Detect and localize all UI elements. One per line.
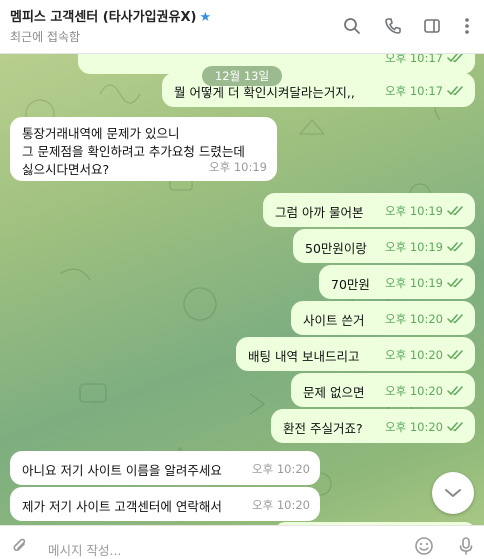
attach-icon[interactable] <box>8 534 32 558</box>
message-text: 그럼 아까 물어본 <box>275 205 364 220</box>
message-bubble[interactable]: 아니요 저기 사이트 이름을 알려주세요 오후 10:20 <box>10 451 320 485</box>
message-text: 문제 없으면 <box>303 385 365 400</box>
message-meta: 오후 10:17 <box>385 83 465 99</box>
message-bubble[interactable]: 환전 주실거죠? 오후 10:20 <box>271 409 475 443</box>
chat-title-text: 멤피스 고객센터 (타사가입권유X) <box>10 10 197 25</box>
message-bubble[interactable]: 문제 없으면 오후 10:20 <box>291 373 475 407</box>
message-meta: 오후 10:19 <box>385 239 465 255</box>
message-text: 50만원이랑 <box>305 241 367 256</box>
microphone-icon[interactable] <box>454 534 478 558</box>
message-bubble[interactable]: 50만원이랑 오후 10:19 <box>293 229 475 263</box>
message-time: 오후 10:20 <box>385 420 443 434</box>
search-icon[interactable] <box>340 14 364 38</box>
more-vertical-icon[interactable] <box>455 14 479 38</box>
phone-icon[interactable] <box>381 14 405 38</box>
message-meta: 오후 10:20 <box>385 311 465 327</box>
message-time: 오후 10:19 <box>209 160 267 174</box>
message-meta: 오후 10:20 <box>385 419 465 435</box>
message-time: 오후 10:19 <box>385 204 443 218</box>
message-meta: 오후 10:20 <box>385 383 465 399</box>
message-text: 배팅 내역 보내드리고 <box>248 349 360 364</box>
double-check-icon <box>447 278 463 288</box>
message-text-line: 그 문제점을 확인하려고 추가요청 드렸는데 <box>22 144 245 159</box>
message-text: 환전 주실거죠? <box>283 421 363 436</box>
message-bubble[interactable]: 70만원 오후 10:19 <box>319 265 475 299</box>
message-time: 오후 10:20 <box>252 498 310 512</box>
double-check-icon <box>447 350 463 360</box>
message-time: 오후 10:19 <box>385 276 443 290</box>
sidebar-toggle-icon[interactable] <box>420 14 444 38</box>
double-check-icon <box>447 53 463 63</box>
message-text-line: 싫으시다면서요? <box>22 162 110 177</box>
message-meta: 오후 10:20 <box>252 497 310 513</box>
double-check-icon <box>447 86 463 96</box>
message-time: 오후 10:20 <box>385 348 443 362</box>
chat-status: 최근에 접속함 <box>10 30 81 44</box>
verified-star-icon: ★ <box>199 10 212 25</box>
message-meta: 오후 10:19 <box>385 203 465 219</box>
message-meta: 오후 10:19 <box>385 275 465 291</box>
message-time: 오후 10:20 <box>252 462 310 476</box>
scroll-down-button[interactable] <box>432 472 474 514</box>
message-meta: 오후 10:19 <box>209 159 267 175</box>
double-check-icon <box>447 422 463 432</box>
message-input[interactable]: 메시지 작성... <box>48 540 121 559</box>
message-time: 오후 10:20 <box>385 312 443 326</box>
date-separator: 12월 13일 <box>202 66 282 86</box>
message-meta: 오후 10:20 <box>385 347 465 363</box>
message-bubble[interactable]: 통장거래내역에 문제가 있으니 그 문제점을 확인하려고 추가요청 드렸는데 싫… <box>10 117 277 181</box>
message-bubble[interactable]: 사이트 쓴거 오후 10:20 <box>291 301 475 335</box>
message-meta: 오후 10:20 <box>252 461 310 477</box>
message-time: 오후 10:17 <box>385 84 443 98</box>
double-check-icon <box>447 314 463 324</box>
message-text-line: 통장거래내역에 문제가 있으니 <box>22 126 180 141</box>
double-check-icon <box>447 386 463 396</box>
message-composer: 메시지 작성... <box>0 525 484 559</box>
chat-header: 멤피스 고객센터 (타사가입권유X) ★ 최근에 접속함 <box>0 0 484 54</box>
message-bubble[interactable]: 배팅 내역 보내드리고 오후 10:20 <box>236 337 475 371</box>
message-bubble[interactable]: 제가 저기 사이트 고객센터에 연락해서 오후 10:20 <box>10 487 320 521</box>
emoji-icon[interactable] <box>412 534 436 558</box>
message-text: 제가 저기 사이트 고객센터에 연락해서 <box>22 499 222 514</box>
message-text: 사이트 쓴거 <box>303 313 365 328</box>
double-check-icon <box>447 206 463 216</box>
double-check-icon <box>447 242 463 252</box>
message-text: 70만원 <box>331 277 370 292</box>
message-time: 오후 10:19 <box>385 240 443 254</box>
message-text: 아니요 저기 사이트 이름을 알려주세요 <box>22 463 222 478</box>
message-time: 오후 10:20 <box>385 384 443 398</box>
message-bubble[interactable]: 그럼 아까 물어본 오후 10:19 <box>263 193 475 227</box>
chevron-down-icon <box>445 489 461 497</box>
chat-title[interactable]: 멤피스 고객센터 (타사가입권유X) ★ <box>10 6 211 25</box>
